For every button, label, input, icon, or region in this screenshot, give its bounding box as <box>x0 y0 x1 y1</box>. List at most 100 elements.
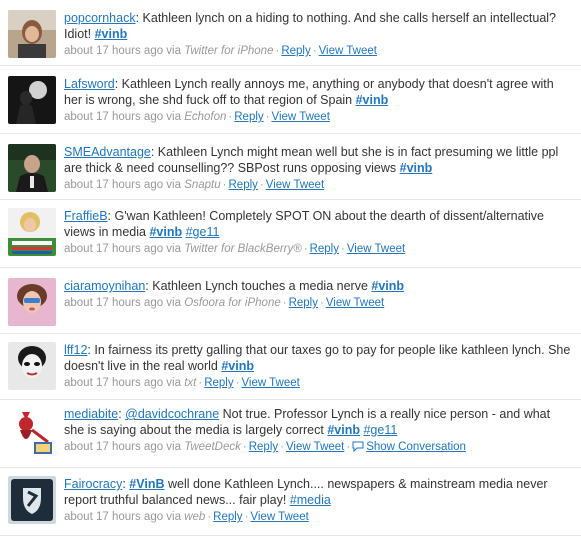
avatar[interactable] <box>8 476 56 524</box>
timestamp: about 17 hours ago via <box>64 111 185 123</box>
separator: · <box>303 243 308 255</box>
tweet-content: lff12: In fairness its pretty galling th… <box>64 342 571 391</box>
separator: · <box>319 297 324 309</box>
separator: · <box>346 441 351 453</box>
screen-name-link[interactable]: SMEAdvantage <box>64 145 151 159</box>
hashtag-link[interactable]: #vinb <box>95 27 128 41</box>
view-tweet-link[interactable]: View Tweet <box>266 179 324 191</box>
reply-link[interactable]: Reply <box>213 511 242 523</box>
hashtag-link[interactable]: #vinb <box>327 423 360 437</box>
tweet-text: popcornhack: Kathleen lynch on a hiding … <box>64 11 556 41</box>
tweet-body: : Kathleen lynch on a hiding to nothing.… <box>64 11 557 41</box>
hashtag-link[interactable]: #VinB <box>129 477 164 491</box>
mention-link[interactable]: @davidcochrane <box>125 407 219 421</box>
conversation-icon <box>352 441 364 452</box>
timestamp: about 17 hours ago via <box>64 45 185 57</box>
separator: · <box>265 111 270 123</box>
source-name: Twitter for BlackBerry® <box>184 243 302 255</box>
reply-link[interactable]: Reply <box>204 377 233 389</box>
separator: · <box>259 179 264 191</box>
tweet-content: FraffieB: G'wan Kathleen! Completely SPO… <box>64 208 571 257</box>
view-tweet-link[interactable]: View Tweet <box>286 441 344 453</box>
timestamp: about 17 hours ago via <box>64 243 185 255</box>
screen-name-link[interactable]: lff12 <box>64 343 87 357</box>
avatar[interactable] <box>8 10 56 58</box>
source-name: Twitter for iPhone <box>184 45 274 57</box>
avatar[interactable] <box>8 408 56 456</box>
tweet-item: mediabite: @davidcochrane Not true. Prof… <box>0 400 581 468</box>
separator: · <box>282 297 287 309</box>
hashtag-link[interactable]: #vinb <box>371 279 404 293</box>
reply-link[interactable]: Reply <box>229 179 258 191</box>
tweet-content: Lafsword: Kathleen Lynch really annoys m… <box>64 76 571 125</box>
view-tweet-link[interactable]: View Tweet <box>319 45 377 57</box>
separator: · <box>198 377 203 389</box>
tweet-meta: about 17 hours ago via TweetDeck · Reply · V… <box>64 439 571 455</box>
source-name: Echofon <box>184 111 227 123</box>
separator: · <box>280 441 284 453</box>
source-name: Snaptu <box>184 179 221 191</box>
timestamp: about 17 hours ago via <box>64 441 185 453</box>
tweet-body: : In fairness its pretty galling that ou… <box>64 343 571 373</box>
screen-name-link[interactable]: FraffieB <box>64 209 108 223</box>
tweet-body: : G'wan Kathleen! Completely SPOT ON abo… <box>64 209 544 239</box>
tweet-item: Fairocracy: #VinB well done Kathleen Lyn… <box>0 468 581 536</box>
tweet-content: popcornhack: Kathleen lynch on a hiding … <box>64 10 571 59</box>
view-tweet-link[interactable]: View Tweet <box>347 243 405 255</box>
tweet-text: Lafsword: Kathleen Lynch really annoys m… <box>64 77 554 107</box>
separator: · <box>340 243 345 255</box>
separator: · <box>312 45 317 57</box>
show-conversation-link[interactable]: Show Conversation <box>366 441 466 453</box>
timestamp: about 17 hours ago via <box>64 511 185 523</box>
avatar[interactable] <box>8 76 56 124</box>
tweet-item: SMEAdvantage: Kathleen Lynch might mean … <box>0 134 581 200</box>
reply-link[interactable]: Reply <box>234 111 263 123</box>
hashtag-link[interactable]: #vinb <box>149 225 182 239</box>
source-name: TweetDeck <box>184 441 241 453</box>
reply-link[interactable]: Reply <box>289 297 318 309</box>
reply-link[interactable]: Reply <box>310 243 339 255</box>
view-tweet-link[interactable]: View Tweet <box>250 511 308 523</box>
tweet-text: FraffieB: G'wan Kathleen! Completely SPO… <box>64 209 544 239</box>
screen-name-link[interactable]: ciaramoynihan <box>64 279 145 293</box>
hashtag-link[interactable]: #media <box>290 493 331 507</box>
tweet-meta: about 17 hours ago via Twitter for iPhon… <box>64 43 571 59</box>
timestamp: about 17 hours ago via <box>64 377 185 389</box>
tweet-body: : Kathleen Lynch touches a media nerve <box>145 279 372 293</box>
tweet-content: SMEAdvantage: Kathleen Lynch might mean … <box>64 144 571 193</box>
tweet-content: ciaramoynihan: Kathleen Lynch touches a … <box>64 278 571 311</box>
tweet-item: lff12: In fairness its pretty galling th… <box>0 334 581 400</box>
avatar[interactable] <box>8 144 56 192</box>
tweet-meta: about 17 hours ago via Twitter for Black… <box>64 241 571 257</box>
tweet-item: FraffieB: G'wan Kathleen! Completely SPO… <box>0 200 581 268</box>
reply-link[interactable]: Reply <box>249 441 278 453</box>
tweet-meta: about 17 hours ago via Snaptu · Reply · View… <box>64 177 571 193</box>
view-tweet-link[interactable]: View Tweet <box>326 297 384 309</box>
screen-name-link[interactable]: popcornhack <box>64 11 136 25</box>
tweet-item: Lafsword: Kathleen Lynch really annoys m… <box>0 66 581 134</box>
avatar[interactable] <box>8 208 56 256</box>
tweet-item: ciaramoynihan: Kathleen Lynch touches a … <box>0 268 581 334</box>
reply-link[interactable]: Reply <box>281 45 310 57</box>
avatar[interactable] <box>8 278 56 326</box>
hashtag-link[interactable]: #ge11 <box>186 225 220 239</box>
screen-name-link[interactable]: Fairocracy <box>64 477 122 491</box>
hashtag-link[interactable]: #ge11 <box>363 423 397 437</box>
timestamp: about 17 hours ago via <box>64 179 185 191</box>
tweet-text: Fairocracy: #VinB well done Kathleen Lyn… <box>64 477 548 507</box>
avatar[interactable] <box>8 342 56 390</box>
tweet-timeline: popcornhack: Kathleen lynch on a hiding … <box>0 0 581 547</box>
tweet-text: SMEAdvantage: Kathleen Lynch might mean … <box>64 145 558 175</box>
hashtag-link[interactable]: #vinb <box>221 359 254 373</box>
source-name: web <box>184 511 206 523</box>
separator: · <box>222 179 227 191</box>
source-name: Osfoora for iPhone <box>184 297 281 309</box>
view-tweet-link[interactable]: View Tweet <box>272 111 330 123</box>
source-name: txt <box>184 377 197 389</box>
tweet-meta: about 17 hours ago via Osfoora for iPhon… <box>64 295 571 311</box>
screen-name-link[interactable]: mediabite <box>64 407 118 421</box>
hashtag-link[interactable]: #vinb <box>400 161 433 175</box>
screen-name-link[interactable]: Lafsword <box>64 77 115 91</box>
hashtag-link[interactable]: #vinb <box>356 93 389 107</box>
view-tweet-link[interactable]: View Tweet <box>241 377 299 389</box>
